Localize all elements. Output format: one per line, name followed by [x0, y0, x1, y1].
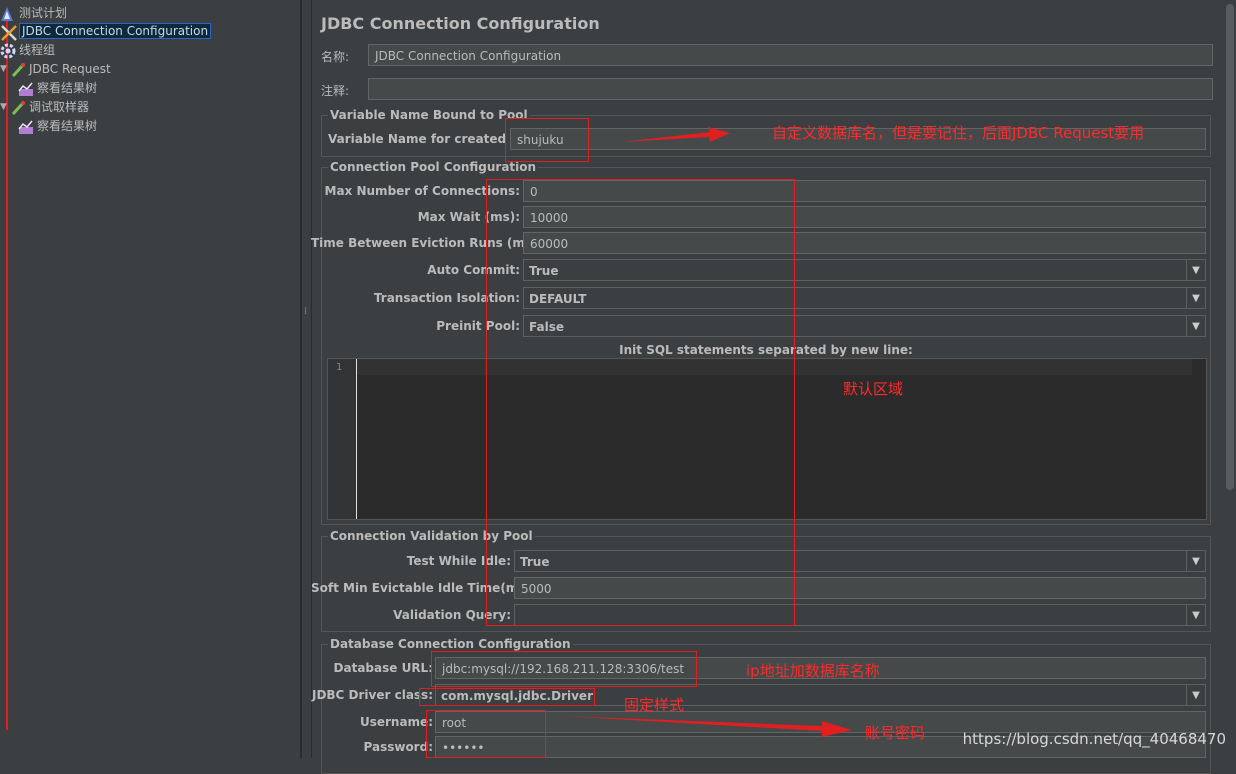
annotation-box-account — [426, 710, 546, 758]
vertical-scrollbar[interactable] — [1224, 0, 1236, 758]
tree-item-view-results-tree-2[interactable]: 察看结果树 — [18, 117, 97, 135]
variable-name-group-title: Variable Name Bound to Pool — [328, 108, 530, 122]
watermark: https://blog.csdn.net/qq_40468470 — [962, 730, 1226, 748]
chevron-down-icon[interactable]: ▼ — [1186, 260, 1205, 280]
annotation-box-default-area — [486, 179, 795, 626]
password-label: Password: — [363, 740, 434, 754]
chevron-down-icon[interactable]: ▼ — [1186, 316, 1205, 336]
sampler-pipette-icon — [10, 62, 26, 78]
comment-label: 注释: — [321, 84, 350, 98]
page-title: JDBC Connection Configuration — [321, 14, 600, 33]
tree-item-view-results-tree-1[interactable]: 察看结果树 — [18, 79, 97, 97]
listener-graph-icon — [18, 119, 34, 135]
annotation-box-url — [431, 651, 697, 687]
line-number-gutter: 1 — [328, 359, 357, 519]
chevron-down-icon[interactable]: ▼ — [1186, 551, 1205, 571]
jdbc-driver-label: JDBC Driver class: — [311, 688, 433, 702]
database-url-label: Database URL: — [333, 661, 433, 675]
chevron-down-icon[interactable]: ▼ — [1186, 288, 1205, 308]
test-while-idle-label: Test While Idle: — [406, 554, 511, 568]
gear-icon — [0, 43, 16, 59]
database-connection-group-title: Database Connection Configuration — [328, 637, 573, 651]
annotation-vertical-line — [6, 16, 8, 730]
annotation-account-note: 账号密码 — [865, 724, 926, 742]
test-plan-tree[interactable]: 测试计划 JDBC Connection Configuration 线程组 ▼… — [0, 0, 301, 758]
line-number: 1 — [336, 362, 343, 373]
scrollbar-thumb[interactable] — [1226, 4, 1234, 490]
drag-grip-icon: ⁞ — [304, 306, 308, 317]
annotation-url-note: ip地址加数据库名称 — [746, 662, 880, 680]
comment-field[interactable] — [368, 78, 1213, 100]
tree-item-debug-sampler[interactable]: 调试取样器 — [10, 98, 89, 116]
tree-item-test-plan[interactable]: 测试计划 — [0, 4, 67, 22]
annotation-box-pool-name — [505, 118, 589, 162]
connection-pool-group-title: Connection Pool Configuration — [328, 160, 539, 174]
name-label: 名称: — [321, 50, 350, 64]
validation-query-label: Validation Query: — [393, 608, 511, 622]
sampler-pipette-icon — [10, 100, 26, 116]
annotation-arrow-pool — [622, 127, 730, 142]
tree-expand-icon[interactable]: ▼ — [0, 64, 7, 74]
test-plan-icon — [0, 6, 16, 22]
annotation-default-note: 默认区域 — [843, 380, 904, 398]
chevron-down-icon[interactable]: ▼ — [1186, 685, 1205, 705]
annotation-pool-note: 自定义数据库名，但是要记住，后面JDBC Request要用 — [772, 124, 1145, 142]
config-element-icon — [0, 24, 17, 41]
annotation-arrow-account — [562, 716, 852, 737]
name-field[interactable]: JDBC Connection Configuration — [368, 44, 1213, 66]
tree-item-thread-group[interactable]: 线程组 — [0, 41, 55, 59]
text-cursor — [356, 359, 357, 519]
tree-item-jdbc-request[interactable]: JDBC Request — [10, 60, 111, 78]
tree-item-jdbc-connection-configuration[interactable]: JDBC Connection Configuration — [0, 22, 212, 41]
chevron-down-icon[interactable]: ▼ — [1186, 605, 1205, 625]
annotation-box-driver — [419, 688, 595, 706]
soft-min-idle-label: Soft Min Evictable Idle Time(ms): — [311, 581, 536, 595]
username-label: Username: — [359, 715, 433, 729]
tree-expand-icon[interactable]: ▼ — [0, 102, 7, 112]
listener-graph-icon — [18, 81, 34, 97]
